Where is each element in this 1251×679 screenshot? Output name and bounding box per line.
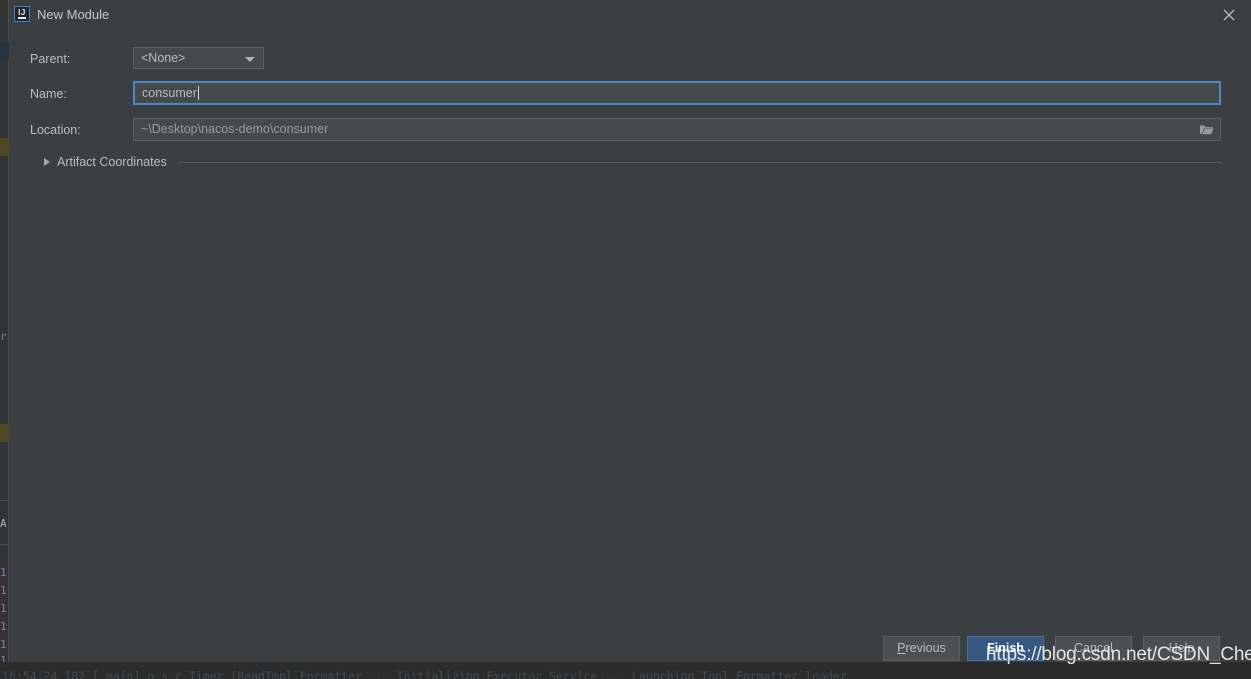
gutter-row-warning [0, 138, 9, 156]
section-separator [179, 162, 1222, 163]
parent-select-value: <None> [141, 51, 186, 65]
folder-icon[interactable] [1199, 123, 1214, 136]
gutter-divider [0, 544, 9, 563]
ide-console-strip: 16:54:24.182 [ main] o.s.c.Timer (ReadTm… [0, 662, 1251, 679]
gutter-line-number: 1 [0, 620, 7, 633]
name-input[interactable]: consumer [133, 81, 1221, 105]
text-caret [197, 86, 199, 100]
parent-label: Parent: [30, 52, 71, 66]
name-input-value: consumer [142, 85, 199, 101]
cancel-button[interactable]: Cancel [1055, 636, 1132, 661]
gutter-text-fragment: A [0, 517, 7, 530]
console-log-line: 16:54:24.182 [ main] o.s.c.Timer (ReadTm… [2, 669, 847, 679]
location-input[interactable]: ~\Desktop\nacos-demo\consumer [133, 118, 1221, 141]
triangle-right-icon [44, 158, 50, 166]
gutter-line-number: 1 [0, 602, 7, 615]
name-label: Name: [30, 87, 67, 101]
gutter-line-number: 1 [0, 638, 7, 651]
previous-button[interactable]: Previous [883, 636, 960, 661]
intellij-idea-icon: IJ [14, 6, 30, 22]
gutter-line-number: 1 [0, 566, 7, 579]
name-input-text: consumer [142, 86, 197, 100]
dialog-titlebar: IJ New Module [9, 0, 1251, 29]
help-button[interactable]: Help [1143, 636, 1220, 661]
finish-button[interactable]: Finish [967, 636, 1044, 661]
close-icon[interactable] [1219, 5, 1239, 25]
gutter-text-fragment: r [0, 330, 7, 343]
gutter-row-warning [0, 424, 9, 442]
gutter-row-highlight [0, 42, 9, 60]
chevron-down-icon [245, 57, 255, 62]
location-input-value: ~\Desktop\nacos-demo\consumer [141, 122, 329, 136]
artifact-coordinates-label: Artifact Coordinates [57, 155, 167, 169]
parent-select[interactable]: <None> [133, 47, 264, 69]
gutter-line-number: 1 [0, 584, 7, 597]
dialog-title: New Module [37, 7, 110, 22]
location-label: Location: [30, 123, 81, 137]
new-module-dialog: IJ New Module Parent: <None> Name: consu… [9, 0, 1251, 662]
screen-root: r A 1 1 1 1 1 1 16:54:24.182 [ main] o.s… [0, 0, 1251, 679]
